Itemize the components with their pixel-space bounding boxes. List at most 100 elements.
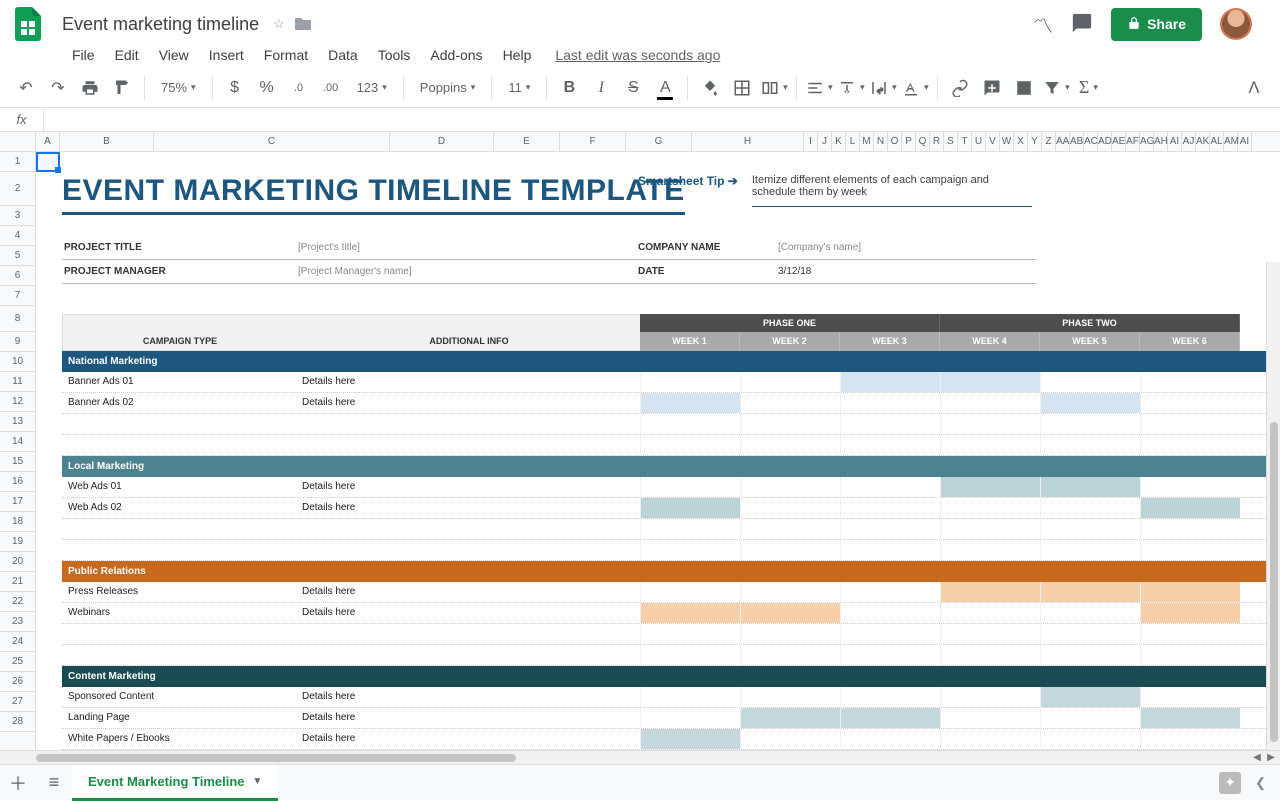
gantt-cell[interactable] [640, 603, 740, 623]
campaign-name-cell[interactable]: Webinars [62, 603, 296, 623]
gantt-cell[interactable] [840, 729, 940, 749]
column-header[interactable]: U [972, 132, 986, 151]
gantt-cell[interactable] [640, 582, 740, 602]
row-header[interactable]: 27 [0, 692, 35, 712]
gantt-cell[interactable] [740, 687, 840, 707]
column-header[interactable]: AC [1084, 132, 1098, 151]
row-header[interactable]: 10 [0, 352, 35, 372]
project-title-cell[interactable]: [Project's title] [296, 236, 636, 260]
gantt-cell[interactable] [1040, 498, 1140, 518]
additional-info-cell[interactable]: Details here [296, 603, 640, 623]
column-header[interactable]: Q [916, 132, 930, 151]
increase-decimal-button[interactable]: .00 [317, 74, 345, 102]
gantt-cell[interactable] [740, 393, 840, 413]
column-header[interactable]: R [930, 132, 944, 151]
gantt-cell[interactable] [740, 603, 840, 623]
explore-button[interactable]: ✦ [1219, 772, 1241, 794]
column-header[interactable]: Y [1028, 132, 1042, 151]
row-header[interactable]: 12 [0, 392, 35, 412]
gantt-cell[interactable] [1040, 393, 1140, 413]
row-header[interactable]: 23 [0, 612, 35, 632]
share-button[interactable]: Share [1111, 8, 1202, 41]
menu-view[interactable]: View [151, 43, 197, 67]
functions-button[interactable]: Σ [1074, 74, 1102, 102]
row-headers[interactable]: 1234567891011121314151617181920212223242… [0, 152, 36, 754]
gantt-cell[interactable] [1140, 687, 1240, 707]
gantt-cell[interactable] [840, 477, 940, 497]
all-sheets-button[interactable]: ≡ [36, 765, 72, 801]
gantt-cell[interactable] [1140, 708, 1240, 728]
additional-info-cell[interactable]: Details here [296, 372, 640, 392]
gantt-cell[interactable] [840, 687, 940, 707]
table-row[interactable]: Web Ads 02Details here [62, 498, 1274, 519]
gantt-cell[interactable] [740, 498, 840, 518]
v-align-button[interactable] [837, 74, 865, 102]
column-header[interactable]: AI [1238, 132, 1252, 151]
text-color-button[interactable]: A [651, 74, 679, 102]
gantt-cell[interactable] [1040, 708, 1140, 728]
row-header[interactable]: 8 [0, 306, 35, 332]
table-row[interactable]: Press ReleasesDetails here [62, 582, 1274, 603]
row-header[interactable]: 13 [0, 412, 35, 432]
sheet-tab-menu-icon[interactable]: ▼ [253, 776, 263, 787]
blank-row[interactable] [62, 435, 1274, 456]
row-header[interactable]: 18 [0, 512, 35, 532]
row-header[interactable]: 15 [0, 452, 35, 472]
gantt-cell[interactable] [1140, 393, 1240, 413]
blank-row[interactable] [62, 540, 1274, 561]
cell-selection[interactable] [36, 152, 60, 172]
additional-info-cell[interactable]: Details here [296, 498, 640, 518]
gantt-cell[interactable] [740, 372, 840, 392]
gantt-cell[interactable] [740, 582, 840, 602]
additional-info-cell[interactable]: Details here [296, 477, 640, 497]
text-rotation-button[interactable] [901, 74, 929, 102]
column-header[interactable]: AH [1154, 132, 1168, 151]
date-cell[interactable]: 3/12/18 [776, 260, 1036, 284]
gantt-cell[interactable] [940, 477, 1040, 497]
row-header[interactable]: 6 [0, 266, 35, 286]
table-row[interactable]: Banner Ads 01Details here [62, 372, 1274, 393]
gantt-cell[interactable] [1040, 582, 1140, 602]
print-button[interactable] [76, 74, 104, 102]
column-header[interactable]: AE [1112, 132, 1126, 151]
gantt-cell[interactable] [640, 498, 740, 518]
column-header[interactable]: AL [1210, 132, 1224, 151]
project-manager-cell[interactable]: [Project Manager's name] [296, 260, 636, 284]
comment-icon[interactable] [1071, 12, 1093, 37]
row-header[interactable]: 17 [0, 492, 35, 512]
campaign-name-cell[interactable]: White Papers / Ebooks [62, 729, 296, 749]
menu-edit[interactable]: Edit [107, 43, 147, 67]
gantt-cell[interactable] [840, 603, 940, 623]
star-icon[interactable]: ☆ [273, 16, 285, 32]
gantt-cell[interactable] [640, 372, 740, 392]
blank-row[interactable] [62, 414, 1274, 435]
column-header[interactable]: K [832, 132, 846, 151]
gantt-cell[interactable] [940, 372, 1040, 392]
gantt-cell[interactable] [840, 498, 940, 518]
gantt-cell[interactable] [740, 729, 840, 749]
gantt-cell[interactable] [1140, 477, 1240, 497]
campaign-name-cell[interactable]: Press Releases [62, 582, 296, 602]
campaign-name-cell[interactable]: Sponsored Content [62, 687, 296, 707]
gantt-cell[interactable] [1140, 729, 1240, 749]
gantt-cell[interactable] [1140, 372, 1240, 392]
gantt-cell[interactable] [840, 393, 940, 413]
column-header[interactable]: S [944, 132, 958, 151]
column-header[interactable]: A [36, 132, 60, 151]
gantt-cell[interactable] [940, 687, 1040, 707]
column-header[interactable]: AF [1126, 132, 1140, 151]
gantt-cell[interactable] [1040, 477, 1140, 497]
smartsheet-tip-link[interactable]: Smartsheet Tip ➔ [638, 174, 738, 188]
table-row[interactable]: Sponsored ContentDetails here [62, 687, 1274, 708]
gantt-cell[interactable] [940, 603, 1040, 623]
gantt-cell[interactable] [1140, 498, 1240, 518]
gantt-cell[interactable] [940, 498, 1040, 518]
horizontal-scrollbar[interactable]: ◀ ▶ [0, 750, 1280, 764]
borders-button[interactable] [728, 74, 756, 102]
column-header[interactable]: D [390, 132, 494, 151]
gantt-cell[interactable] [640, 708, 740, 728]
text-wrap-button[interactable] [869, 74, 897, 102]
menu-tools[interactable]: Tools [370, 43, 419, 67]
table-row[interactable]: White Papers / EbooksDetails here [62, 729, 1274, 750]
undo-button[interactable]: ↶ [12, 74, 40, 102]
